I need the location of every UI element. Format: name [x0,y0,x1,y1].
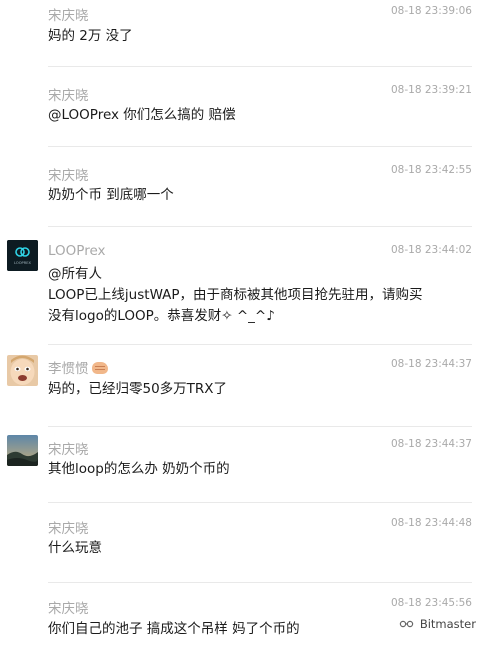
loop-logo-icon: LOOPREX [7,240,38,271]
message-timestamp: 08-18 23:44:02 [390,244,472,256]
chat-message: 宋庆晓 08-18 23:39:06 妈的 2万 没了 [0,0,488,66]
message-text: @所有人 [48,266,102,282]
chat-message: 宋庆晓 08-18 23:44:37 其他loop的怎么办 奶奶个币的 [0,426,488,502]
message-text: 什么玩意 [48,540,102,556]
message-text: @LOOPrex 你们怎么搞的 赔偿 [48,107,236,123]
message-text: 没有logo的LOOP。恭喜发财✧ ^_^♪ [48,308,275,324]
message-text: LOOP已上线justWAP，由于商标被其他项目抢先驻用，请购买 [48,287,423,303]
sender-name: 宋庆晓 [48,88,89,104]
message-divider [48,426,472,427]
watermark-text: Bitmaster [419,617,476,631]
sender-name-text: 李惯惯 [48,361,89,377]
message-timestamp: 08-18 23:44:37 [390,358,472,370]
message-divider [48,502,472,503]
baby-face-avatar-icon [7,355,38,386]
sender-name: LOOPrex [48,243,106,259]
message-timestamp: 08-18 23:44:37 [390,438,472,450]
sender-name: 宋庆晓 [48,8,89,24]
message-timestamp: 08-18 23:39:21 [390,84,472,96]
chat-message: 宋庆晓 08-18 23:42:55 奶奶个币 到底哪一个 [0,146,488,226]
message-divider [48,66,472,67]
avatar[interactable]: LOOPREX [7,240,38,271]
avatar[interactable] [7,435,38,466]
avatar[interactable] [7,355,38,386]
sender-name: 宋庆晓 [48,601,89,617]
chat-message: LOOPREX LOOPrex 08-18 23:44:02 @所有人 LOOP… [0,226,488,344]
avatar-label: LOOPREX [14,261,31,265]
landscape-avatar-icon [7,435,38,466]
wechat-channel-icon [399,620,414,628]
message-text: 其他loop的怎么办 奶奶个币的 [48,461,230,477]
sender-name: 李惯惯 [48,357,108,377]
message-text: 奶奶个币 到底哪一个 [48,187,174,203]
sender-name: 宋庆晓 [48,168,89,184]
chat-message: 宋庆晓 08-18 23:45:56 你们自己的池子 搞成这个吊样 妈了个币的 [0,582,488,645]
message-timestamp: 08-18 23:42:55 [390,164,472,176]
chat-message: 宋庆晓 08-18 23:39:21 @LOOPrex 你们怎么搞的 赔偿 [0,66,488,146]
message-divider [48,146,472,147]
message-text: 妈的，已经归零50多万TRX了 [48,381,228,397]
message-timestamp: 08-18 23:44:48 [390,517,472,529]
fist-emoji-icon [91,362,108,374]
message-divider [48,582,472,583]
chat-message: 宋庆晓 08-18 23:44:48 什么玩意 [0,502,488,582]
sender-name: 宋庆晓 [48,521,89,537]
chat-message: 李惯惯 08-18 23:44:37 妈的，已经归零50多万TRX了 [0,344,488,426]
message-timestamp: 08-18 23:45:56 [390,597,472,609]
message-timestamp: 08-18 23:39:06 [390,5,472,17]
watermark: Bitmaster [399,617,476,631]
message-divider [48,344,472,345]
message-divider [48,226,472,227]
message-text: 你们自己的池子 搞成这个吊样 妈了个币的 [48,621,300,637]
message-text: 妈的 2万 没了 [48,28,133,44]
sender-name: 宋庆晓 [48,442,89,458]
